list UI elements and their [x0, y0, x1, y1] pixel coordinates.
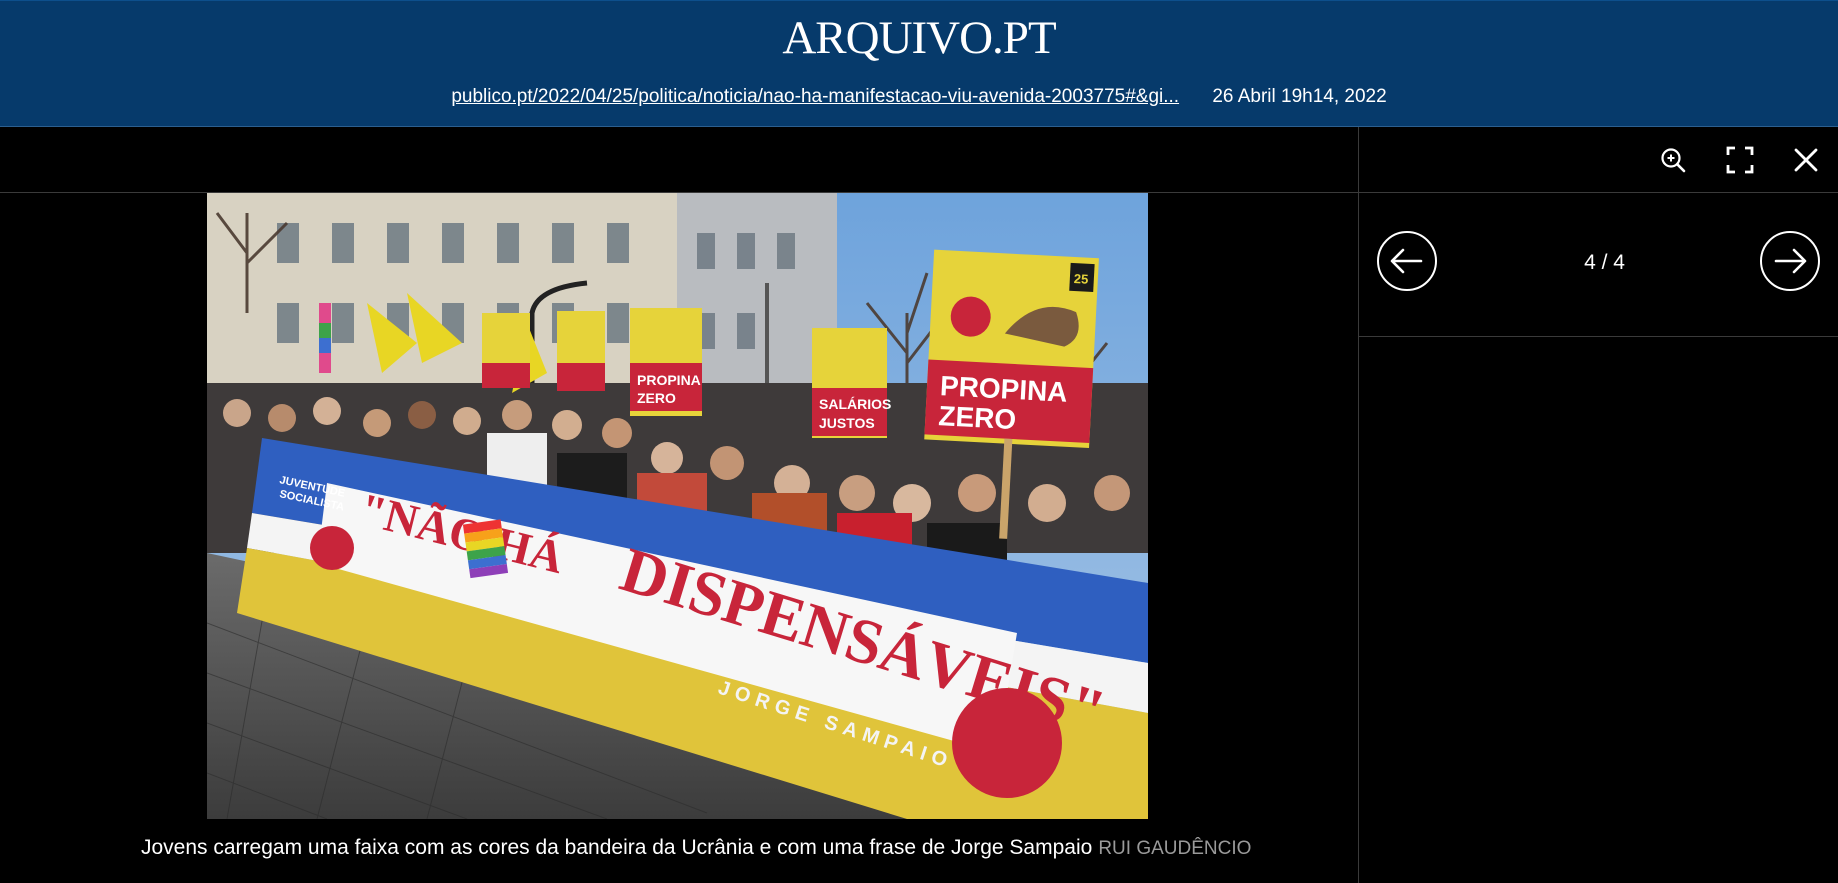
svg-text:JUSTOS: JUSTOS [819, 415, 875, 431]
caption-text: Jovens carregam uma faixa com as cores d… [141, 836, 1093, 859]
close-icon [1794, 148, 1818, 172]
zoom-in-icon [1661, 148, 1686, 173]
photo-credit: RUI GAUDÊNCIO [1098, 838, 1252, 859]
svg-text:25: 25 [1073, 271, 1088, 287]
photo-caption: Jovens carregam uma faixa com as cores d… [141, 836, 1251, 860]
gallery-navigation: 4 / 4 [1359, 194, 1838, 337]
arrow-right-icon [1774, 248, 1807, 274]
svg-text:ZERO: ZERO [637, 390, 676, 406]
svg-text:PROPINA: PROPINA [637, 372, 701, 388]
viewer-toolbar [0, 127, 1838, 193]
archive-header: ARQUIVO.PT publico.pt/2022/04/25/politic… [0, 0, 1838, 127]
svg-text:SALÁRIOS: SALÁRIOS [819, 396, 891, 412]
protest-photo: PROPINA ZERO SALÁRIOS JUSTOS 25 PROPINA … [207, 193, 1148, 819]
news-photo[interactable]: PROPINA ZERO SALÁRIOS JUSTOS 25 PROPINA … [207, 193, 1148, 819]
svg-text:ZERO: ZERO [938, 400, 1017, 435]
archived-url-link[interactable]: publico.pt/2022/04/25/politica/noticia/n… [451, 86, 1179, 107]
close-button[interactable] [1789, 143, 1823, 177]
next-image-button[interactable] [1760, 231, 1820, 291]
zoom-in-button[interactable] [1656, 143, 1690, 177]
fullscreen-button[interactable] [1723, 143, 1757, 177]
archive-meta-row: publico.pt/2022/04/25/politica/noticia/n… [0, 86, 1838, 108]
archive-date: 26 Abril 19h14, 2022 [1212, 86, 1387, 107]
arquivo-logo[interactable]: ARQUIVO.PT [0, 10, 1838, 66]
fullscreen-icon [1726, 146, 1754, 174]
